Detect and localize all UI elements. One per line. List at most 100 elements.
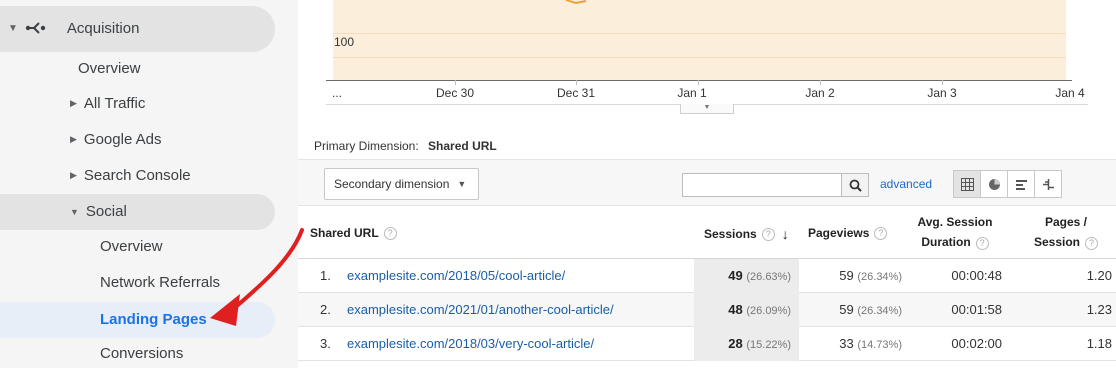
row-avg-session-duration: 00:02:00 — [951, 336, 1002, 351]
x-tick-mark — [576, 80, 577, 85]
column-header-label: Shared URL — [310, 226, 379, 240]
caret-right-icon: ▶ — [70, 170, 77, 180]
caret-right-icon: ▶ — [70, 98, 77, 108]
column-header-avg-session-duration[interactable]: Avg. Session Duration? — [905, 212, 1005, 252]
column-header-pages-per-session[interactable]: Pages / Session? — [1016, 212, 1116, 252]
x-tick-label: ... — [331, 86, 343, 100]
sidebar-item-network-referrals[interactable]: Network Referrals — [100, 274, 220, 291]
view-switcher — [953, 170, 1062, 198]
help-icon[interactable]: ? — [383, 226, 397, 240]
sidebar-item-label: Google Ads — [83, 131, 162, 148]
dropdown-arrow-icon: ▼ — [457, 179, 467, 189]
table-view-button[interactable] — [953, 170, 981, 198]
social-highlight — [0, 194, 275, 230]
search-button[interactable] — [841, 173, 869, 197]
sidebar-item-label: Landing Pages — [100, 311, 207, 328]
secondary-dimension-dropdown[interactable]: Secondary dimension ▼ — [324, 168, 479, 200]
x-tick-mark — [698, 80, 699, 85]
comparison-view-button[interactable] — [1034, 170, 1062, 198]
column-header-shared-url[interactable]: Shared URL ? — [310, 226, 397, 240]
row-sessions: 48 (26.09%) — [728, 302, 791, 317]
row-avg-session-duration: 00:01:58 — [951, 302, 1002, 317]
row-pageviews: 33 (14.73%) — [839, 336, 902, 351]
help-icon[interactable]: ? — [874, 226, 888, 240]
chart-gridline — [333, 33, 1066, 34]
search-icon — [849, 179, 862, 192]
pie-chart-icon — [988, 178, 1000, 190]
bar-list-icon — [1015, 179, 1027, 190]
advanced-filter-link[interactable]: advanced — [880, 177, 932, 191]
chevron-down-icon: ▼ — [8, 22, 18, 34]
row-sessions: 49 (26.63%) — [728, 268, 791, 283]
row-index: 2. — [320, 302, 331, 317]
sidebar-item-social[interactable]: ▼ Social — [70, 203, 127, 220]
table-search-input[interactable] — [682, 173, 841, 197]
row-pageviews: 59 (26.34%) — [839, 302, 902, 317]
x-tick-label: Dec 30 — [435, 86, 475, 100]
chart-series-line — [566, 0, 587, 5]
sidebar-item-label: Search Console — [83, 167, 191, 184]
row-pages-per-session: 1.23 — [1086, 302, 1112, 317]
row-sessions: 28 (15.22%) — [728, 336, 791, 351]
x-tick-mark — [942, 80, 943, 85]
column-header-label-line2: Session? — [1016, 232, 1116, 252]
row-avg-session-duration: 00:00:48 — [951, 268, 1002, 283]
comparison-icon — [1042, 178, 1054, 190]
chart-resize-handle[interactable]: ▼ — [680, 104, 734, 114]
sidebar-item-all-traffic[interactable]: ▶ All Traffic — [70, 95, 145, 112]
x-tick-label: Jan 4 — [1055, 86, 1085, 100]
sidebar-item-search-console[interactable]: ▶ Search Console — [70, 167, 191, 184]
row-url-link[interactable]: examplesite.com/2018/03/very-cool-articl… — [347, 336, 594, 351]
grid-icon — [960, 177, 974, 191]
pie-view-button[interactable] — [980, 170, 1008, 198]
column-header-label: Avg. Session — [917, 215, 993, 229]
column-header-label: Pages / — [1044, 215, 1088, 229]
caret-down-icon: ▼ — [70, 206, 79, 217]
sort-arrow-icon[interactable]: ↓ — [782, 226, 789, 242]
row-index: 3. — [320, 336, 331, 351]
sidebar-item-label: Social — [85, 203, 127, 220]
table-row: 2. examplesite.com/2021/01/another-cool-… — [298, 293, 1116, 327]
table-row: 1. examplesite.com/2018/05/cool-article/… — [298, 259, 1116, 293]
row-url-link[interactable]: examplesite.com/2018/05/cool-article/ — [347, 268, 565, 283]
row-url-link[interactable]: examplesite.com/2021/01/another-cool-art… — [347, 302, 614, 317]
column-header-label-line2: Duration? — [905, 232, 1005, 252]
column-header-sessions[interactable]: Sessions ? ↓ — [704, 226, 789, 242]
row-pages-per-session: 1.20 — [1086, 268, 1112, 283]
caret-right-icon: ▶ — [70, 134, 77, 144]
help-icon[interactable]: ? — [761, 227, 775, 241]
sidebar-item-acquisition[interactable]: ▼ Acquisition — [8, 19, 139, 37]
primary-dimension: Primary Dimension: Shared URL — [314, 139, 497, 153]
secondary-dimension-label: Secondary dimension — [334, 177, 450, 191]
sidebar-item-label: Overview — [78, 60, 141, 77]
chart-gridline — [333, 57, 1066, 58]
x-tick-mark — [455, 80, 456, 85]
sidebar-item-social-overview[interactable]: Overview — [100, 238, 163, 255]
performance-view-button[interactable] — [1007, 170, 1035, 198]
sidebar-item-label: All Traffic — [83, 95, 146, 112]
row-pages-per-session: 1.18 — [1086, 336, 1112, 351]
row-index: 1. — [320, 268, 331, 283]
x-tick-label: Jan 2 — [805, 86, 835, 100]
x-tick-mark — [820, 80, 821, 85]
acquisition-icon — [25, 22, 46, 34]
sidebar-item-conversions[interactable]: Conversions — [100, 345, 183, 362]
x-tick-label: Dec 31 — [556, 86, 596, 100]
sidebar-item-label: Network Referrals — [100, 274, 221, 291]
sidebar-item-label: Conversions — [100, 345, 184, 362]
sidebar-item-google-ads[interactable]: ▶ Google Ads — [70, 131, 161, 148]
x-tick-label: Jan 3 — [927, 86, 957, 100]
primary-dimension-value[interactable]: Shared URL — [428, 139, 497, 153]
primary-dimension-label: Primary Dimension: — [314, 139, 419, 153]
chart-baseline — [326, 80, 1072, 81]
help-icon[interactable]: ? — [975, 237, 989, 250]
column-header-pageviews[interactable]: Pageviews ? — [808, 226, 888, 240]
help-icon[interactable]: ? — [1085, 237, 1099, 250]
row-pageviews: 59 (26.34%) — [839, 268, 902, 283]
column-header-label: Pageviews — [808, 226, 870, 240]
sidebar-item-label: Acquisition — [66, 19, 140, 37]
sidebar-item-overview[interactable]: Overview — [78, 60, 141, 77]
sidebar-item-landing-pages[interactable]: Landing Pages — [100, 311, 207, 328]
sidebar-item-label: Overview — [100, 238, 163, 255]
chart-area — [333, 0, 1066, 80]
